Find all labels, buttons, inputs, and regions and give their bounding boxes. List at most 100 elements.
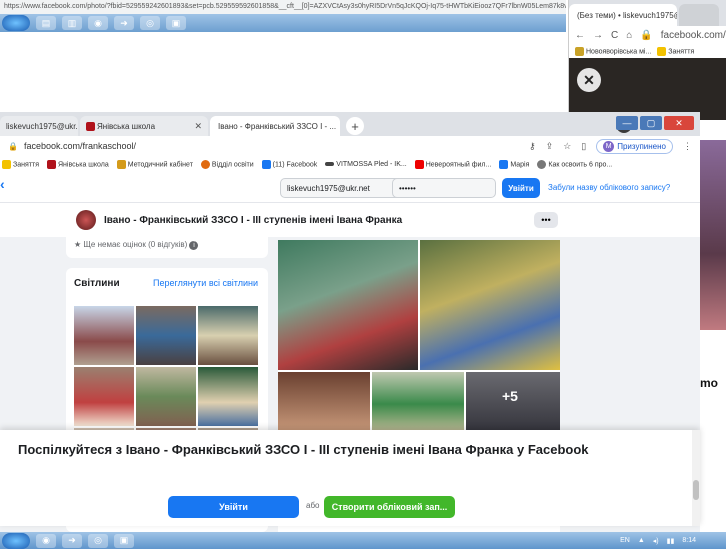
- forgot-account-link[interactable]: Забули назву облікового запису?: [548, 183, 670, 192]
- photo-tile[interactable]: [466, 372, 560, 436]
- taskbar-explorer-icon[interactable]: ▤: [36, 16, 56, 30]
- create-account-button[interactable]: Створити обліковий зап...: [324, 496, 455, 518]
- bookmark-icon: [657, 46, 667, 56]
- taskbar-arrow-icon[interactable]: ➜: [62, 533, 82, 548]
- page-header: Івано - Франківський ЗЗСО І - ІІІ ступен…: [0, 202, 700, 237]
- reviews-card: ★ Ще немає оцінок (0 відгуків) i: [66, 236, 268, 258]
- system-tray: EN ▲ ◂) ▮▮ 8:14: [620, 537, 726, 545]
- address-bar[interactable]: facebook.com/frankaschool/: [24, 141, 136, 151]
- see-all-photos-link[interactable]: Переглянути всі світлини: [153, 278, 258, 288]
- photo-thumbnail[interactable]: [136, 367, 196, 426]
- right-nav-bar: ← → C ⌂ 🔒 facebook.com/: [569, 26, 726, 44]
- volume-icon[interactable]: ◂): [653, 537, 659, 545]
- start-button[interactable]: [2, 15, 30, 31]
- bookmark-icon: [46, 159, 56, 169]
- bookmark-novoyavorivska[interactable]: Новояворівська мі...: [575, 46, 652, 56]
- right-url[interactable]: facebook.com/: [661, 30, 726, 41]
- info-icon[interactable]: i: [189, 241, 199, 250]
- facebook-login-bar: ‹ liskevuch1975@ukr.net •••••• Увійти За…: [0, 172, 700, 202]
- right-tab-mail[interactable]: (Без теми) • liskevuch1975@ukr...: [569, 4, 677, 26]
- more-photos-count[interactable]: +5: [502, 388, 518, 404]
- taskbar-window-icon[interactable]: ▣: [166, 16, 186, 30]
- tab-mail[interactable]: liskevuch1975@ukr.net✕: [0, 116, 78, 136]
- bookmark-vitmossa[interactable]: VITMOSSA Pled - IK...: [325, 161, 407, 168]
- more-options-button[interactable]: •••: [534, 212, 558, 228]
- main-nav-bar: 🔒 facebook.com/frankaschool/ ⚷ ⇪ ☆ ▯ M Пр…: [0, 136, 700, 156]
- menu-icon[interactable]: ⋮: [683, 141, 692, 152]
- taskbar-window-icon[interactable]: ▣: [114, 533, 134, 548]
- bookmark-icon: [116, 159, 126, 169]
- taskbar-viber-icon[interactable]: ◎: [140, 16, 160, 30]
- photo-thumbnail[interactable]: [74, 306, 134, 365]
- background-url-bar[interactable]: https://www.facebook.com/photo/?fbid=529…: [0, 0, 566, 14]
- bookmark-facebook[interactable]: (11) Facebook: [261, 159, 317, 169]
- close-tab-icon[interactable]: ✕: [336, 121, 340, 132]
- bookmark-yanivska[interactable]: Янівська школа: [46, 159, 109, 169]
- photo-tile[interactable]: [420, 240, 560, 370]
- photo-thumbnail[interactable]: [136, 306, 196, 365]
- bookmark-icon: [499, 159, 509, 169]
- back-icon[interactable]: ←: [575, 30, 585, 41]
- photo-tile[interactable]: [372, 372, 464, 436]
- bookmark-kak-osvoit[interactable]: Как освоить 6 про...: [537, 159, 612, 169]
- taskbar-folder-icon[interactable]: ▥: [62, 16, 82, 30]
- language-indicator[interactable]: EN: [620, 537, 630, 544]
- bookmark-icon: [325, 161, 335, 166]
- close-window-button[interactable]: ✕: [664, 116, 694, 130]
- password-field[interactable]: ••••••: [392, 178, 496, 198]
- bookmark-viddil[interactable]: Відділ освіти: [200, 159, 254, 169]
- right-tab-2[interactable]: [679, 4, 719, 26]
- photo-tile[interactable]: [278, 372, 370, 436]
- taskbar-chrome-icon[interactable]: ◉: [36, 533, 56, 548]
- background-taskbar: ▤ ▥ ◉ ➜ ◎ ▣: [0, 14, 566, 32]
- bookmark-youtube[interactable]: Невероятный фил...: [414, 159, 491, 169]
- network-icon[interactable]: ▮▮: [667, 537, 675, 545]
- home-icon[interactable]: ⌂: [626, 30, 632, 41]
- banner-login-button[interactable]: Увійти: [168, 496, 299, 518]
- photo-thumbnail[interactable]: [74, 367, 134, 426]
- photo-tile[interactable]: [278, 240, 418, 370]
- taskbar-arrow-icon[interactable]: ➜: [114, 16, 134, 30]
- bookmark-label: Новояворівська мі...: [586, 47, 652, 55]
- reload-icon[interactable]: C: [611, 30, 618, 41]
- back-arrow-icon[interactable]: ‹: [0, 176, 5, 192]
- clock[interactable]: 8:14: [682, 537, 696, 544]
- bookmark-label: Заняття: [668, 47, 695, 55]
- close-icon[interactable]: ✕: [577, 68, 601, 92]
- star-icon[interactable]: ☆: [563, 141, 571, 152]
- star-icon: ★: [74, 240, 82, 249]
- key-icon[interactable]: ⚷: [529, 141, 536, 152]
- tray-arrow-icon[interactable]: ▲: [638, 537, 645, 544]
- window-controls: — ▢ ✕: [616, 116, 694, 130]
- share-icon[interactable]: ⇪: [546, 141, 554, 152]
- bookmark-zanyattya[interactable]: Заняття: [657, 46, 695, 56]
- page-title[interactable]: Івано - Франківський ЗЗСО І - ІІІ ступен…: [104, 215, 402, 226]
- close-tab-icon[interactable]: ✕: [188, 121, 202, 132]
- right-browser-window: (Без теми) • liskevuch1975@ukr... ← → C …: [568, 0, 726, 120]
- page-scrollbar[interactable]: [692, 430, 700, 526]
- new-tab-button[interactable]: +: [346, 117, 364, 135]
- start-button[interactable]: [2, 532, 30, 549]
- tab-facebook[interactable]: Івано - Франківський ЗЗСО І - ...✕: [210, 116, 340, 136]
- reviews-text: Ще немає оцінок (0 відгуків): [83, 240, 188, 249]
- lock-icon: 🔒: [640, 29, 653, 41]
- taskbar-viber-icon[interactable]: ◎: [88, 533, 108, 548]
- minimize-button[interactable]: —: [616, 116, 638, 130]
- bookmark-zanyattya[interactable]: Заняття: [2, 159, 39, 169]
- maximize-button[interactable]: ▢: [640, 116, 662, 130]
- photo-thumbnail[interactable]: [198, 306, 258, 365]
- sidepanel-icon[interactable]: ▯: [581, 141, 586, 152]
- taskbar: ◉ ➜ ◎ ▣ EN ▲ ◂) ▮▮ 8:14: [0, 532, 726, 549]
- bookmark-mariya[interactable]: Марія: [499, 159, 529, 169]
- login-button[interactable]: Увійти: [502, 178, 540, 198]
- scrollbar-thumb[interactable]: [693, 480, 699, 500]
- tab-yanivska[interactable]: Янівська школа ✕: [80, 116, 208, 136]
- forward-icon[interactable]: →: [593, 30, 603, 41]
- profile-status: Призупинено: [617, 141, 666, 151]
- page-avatar[interactable]: [76, 210, 96, 230]
- taskbar-chrome-icon[interactable]: ◉: [88, 16, 108, 30]
- nav-actions: ⚷ ⇪ ☆ ▯ M Призупинено ⋮: [529, 138, 700, 154]
- photo-thumbnail[interactable]: [198, 367, 258, 426]
- bookmark-metodychnyi[interactable]: Методичний кабінет: [116, 159, 193, 169]
- profile-button[interactable]: M Призупинено: [596, 138, 673, 154]
